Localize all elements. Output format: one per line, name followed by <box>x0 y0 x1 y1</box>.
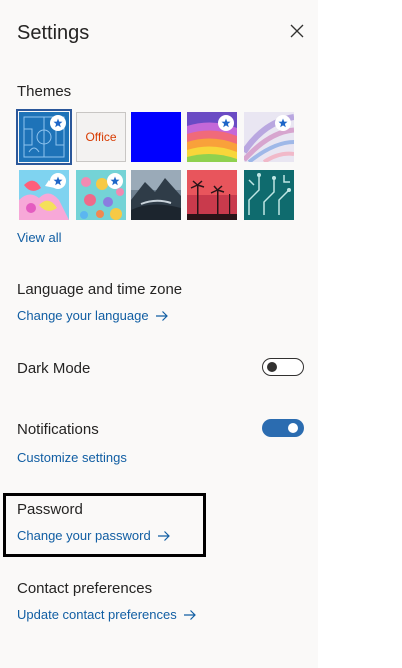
theme-palm-sunset[interactable] <box>187 170 237 220</box>
dark-mode-toggle[interactable] <box>262 358 304 376</box>
update-contact-link[interactable]: Update contact preferences <box>17 607 197 622</box>
highlight-box <box>3 493 206 557</box>
dark-mode-label: Dark Mode <box>17 360 91 377</box>
arrow-right-icon <box>155 310 168 321</box>
theme-abstract[interactable] <box>244 112 294 162</box>
toggle-knob <box>288 423 298 433</box>
toggle-knob <box>267 361 277 372</box>
themes-heading: Themes <box>17 83 72 100</box>
language-heading: Language and time zone <box>17 281 183 298</box>
theme-rainbow[interactable] <box>187 112 237 162</box>
premium-star-icon <box>50 173 66 189</box>
theme-blue[interactable] <box>131 112 181 162</box>
theme-unicorn[interactable] <box>19 170 69 220</box>
notifications-heading: Notifications <box>17 421 99 438</box>
panel-title: Settings <box>17 22 90 44</box>
theme-mountain[interactable] <box>131 170 181 220</box>
theme-blueprint[interactable] <box>16 109 72 165</box>
theme-office-label: Office <box>85 130 117 144</box>
premium-star-icon <box>218 115 234 131</box>
theme-cupcakes[interactable] <box>76 170 126 220</box>
change-language-label: Change your language <box>17 308 149 323</box>
close-icon[interactable] <box>287 21 307 41</box>
premium-star-icon <box>50 115 66 131</box>
theme-office[interactable]: Office <box>76 112 126 162</box>
customize-settings-link[interactable]: Customize settings <box>17 450 127 465</box>
contact-heading: Contact preferences <box>17 580 153 597</box>
premium-star-icon <box>275 115 291 131</box>
view-all-themes-link[interactable]: View all <box>17 230 62 245</box>
premium-star-icon <box>107 173 123 189</box>
notifications-toggle[interactable] <box>262 419 304 437</box>
arrow-right-icon <box>183 609 196 620</box>
settings-panel: Settings Themes Office View all Language… <box>0 0 318 668</box>
theme-circuit[interactable] <box>244 170 294 220</box>
update-contact-label: Update contact preferences <box>17 607 177 622</box>
change-language-link[interactable]: Change your language <box>17 308 169 323</box>
